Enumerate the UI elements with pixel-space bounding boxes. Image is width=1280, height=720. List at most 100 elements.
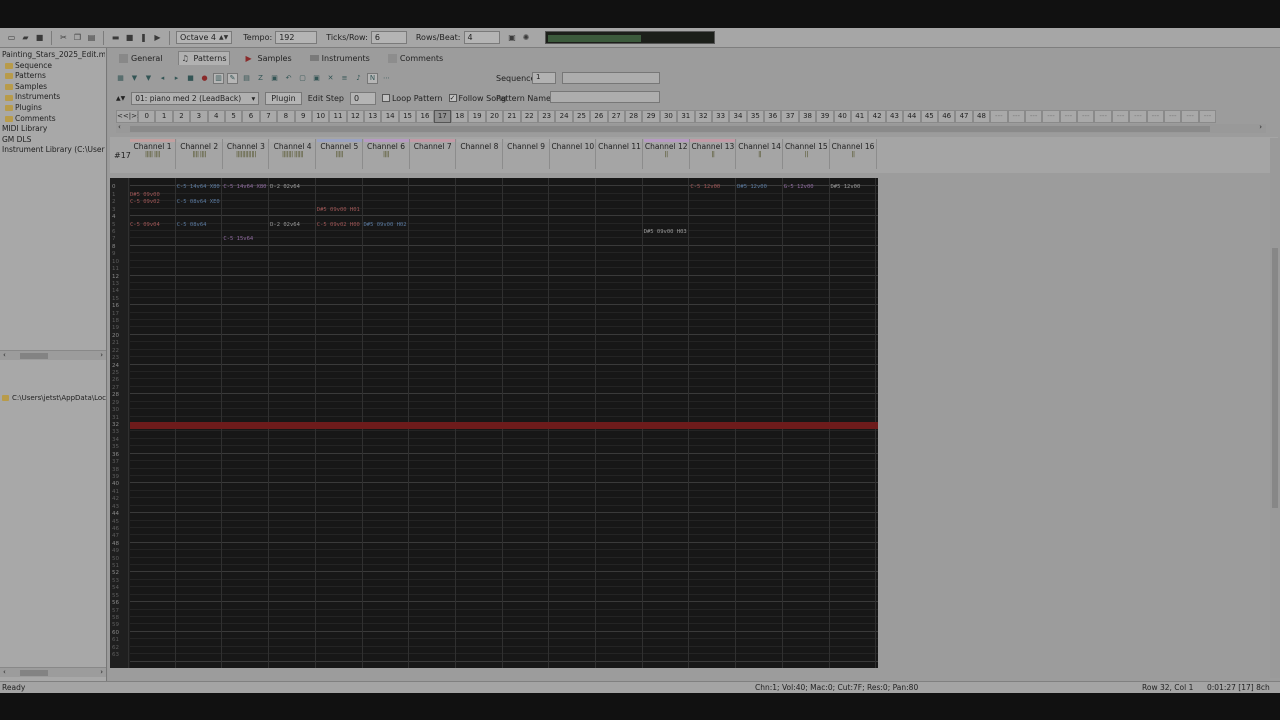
scroll-right-icon[interactable]: › — [100, 668, 103, 676]
ticks-spinner[interactable]: 6 — [370, 31, 407, 44]
order-item[interactable]: --- — [1181, 110, 1199, 123]
order-item[interactable]: 10 — [311, 110, 330, 123]
pattern-note-cell[interactable]: C-5 09v02 — [130, 199, 160, 205]
order-item[interactable]: 30 — [659, 110, 678, 123]
order-item[interactable]: 47 — [955, 110, 973, 123]
pattern-note-cell[interactable]: D#5 12v00 — [831, 184, 861, 190]
order-item[interactable]: 26 — [590, 110, 608, 123]
order-item[interactable]: 15 — [398, 110, 417, 123]
order-item[interactable]: 45 — [920, 110, 938, 123]
tab-patterns[interactable]: ♫ Patterns — [177, 51, 231, 65]
pattern-note-cell[interactable]: C-5 08v64 XE0 — [177, 199, 220, 205]
order-item[interactable]: 38 — [798, 110, 817, 123]
order-list-scrollbar[interactable]: ‹ › — [116, 123, 1266, 133]
play-icon[interactable]: ▶ — [152, 32, 163, 43]
order-item[interactable]: 6 — [242, 110, 260, 123]
clear-icon[interactable]: ✕ — [326, 74, 335, 83]
order-item[interactable]: 5 — [224, 110, 243, 123]
order-item[interactable]: 1 — [155, 110, 173, 123]
order-item[interactable]: 46 — [937, 110, 956, 123]
cut-icon[interactable]: ✂ — [58, 32, 69, 43]
save-icon[interactable]: ■ — [34, 32, 45, 43]
move-down-icon[interactable]: ▼ — [130, 74, 139, 83]
tab-instruments[interactable]: Instruments — [307, 51, 373, 65]
new-file-icon[interactable]: ▭ — [6, 32, 17, 43]
loop-pattern-checkbox[interactable]: Loop Pattern — [381, 94, 443, 103]
channel-header[interactable]: Channel 9 — [503, 139, 550, 169]
spinner-arrows-icon[interactable]: ▲▼ — [219, 34, 228, 41]
channel-header[interactable]: Channel 11 — [597, 139, 643, 169]
order-item[interactable]: --- — [1024, 110, 1043, 123]
scroll-right-icon[interactable]: › — [100, 351, 103, 359]
order-item[interactable]: 37 — [781, 110, 799, 123]
order-item[interactable]: 36 — [764, 110, 782, 123]
stop-icon[interactable]: ■ — [124, 32, 135, 43]
order-item[interactable]: 4 — [207, 110, 225, 123]
order-item[interactable]: 22 — [520, 110, 538, 123]
order-item[interactable]: 42 — [868, 110, 886, 123]
checkbox-box[interactable] — [381, 94, 390, 102]
order-item[interactable]: 40 — [833, 110, 852, 123]
order-item[interactable]: 13 — [364, 110, 382, 123]
order-item[interactable]: --- — [1007, 110, 1025, 123]
pattern-note-cell[interactable]: G-5 12v00 — [784, 184, 814, 190]
shrink-icon[interactable]: ▣ — [312, 74, 321, 83]
order-item[interactable]: 43 — [885, 110, 904, 123]
order-item[interactable]: 48 — [972, 110, 991, 123]
order-item[interactable]: 39 — [816, 110, 834, 123]
midi-record-icon[interactable]: ▬ — [110, 32, 121, 43]
order-item[interactable]: 14 — [381, 110, 399, 123]
order-item[interactable]: 24 — [555, 110, 573, 123]
order-item[interactable]: 7 — [259, 110, 278, 123]
pattern-name-input[interactable] — [550, 91, 660, 103]
channel-header[interactable]: Channel 3 ||||||||||||| — [223, 139, 270, 169]
tree-item-plugins[interactable]: Plugins — [2, 103, 105, 114]
settings-icon[interactable]: ▣ — [507, 32, 518, 43]
record-mode-icon[interactable]: ▥ — [213, 72, 224, 84]
tempo-spinner[interactable]: 192 — [275, 31, 318, 44]
order-item[interactable]: --- — [1146, 110, 1165, 123]
sequence-spinner[interactable]: 1 — [532, 72, 556, 84]
pattern-note-cell[interactable]: D#5 09v00 H01 — [317, 207, 360, 213]
edit-step-spinner[interactable]: 0 — [349, 91, 376, 105]
tree-item-patterns[interactable]: Patterns — [2, 71, 105, 82]
channel-header[interactable]: Channel 15 || — [783, 139, 830, 169]
tree-root[interactable]: Painting_Stars_2025_Edit.mptm — [2, 50, 105, 61]
channel-header[interactable]: Channel 7 — [410, 139, 457, 169]
scroll-right-icon[interactable]: › — [1259, 123, 1262, 131]
channel-header[interactable]: Channel 8 — [456, 139, 503, 169]
order-item[interactable]: 33 — [711, 110, 730, 123]
browser-horizontal-scrollbar[interactable]: ‹ › — [0, 667, 106, 677]
pattern-grid[interactable]: 0 1 2 3 4 5 6 7 8 9 10 11 12 13 14 15 16 17 18 19 20 21 22 23 24… — [110, 178, 878, 668]
next-icon[interactable]: ▸ — [172, 74, 181, 83]
order-item[interactable]: 3 — [190, 110, 208, 123]
pattern-note-cell[interactable]: D#5 12v00 — [737, 184, 767, 190]
move-up-icon[interactable]: ▼ — [144, 74, 153, 83]
channel-header[interactable]: Channel 4 ||||||| |||||| — [270, 139, 317, 169]
scroll-thumb[interactable] — [20, 670, 48, 676]
channel-header[interactable]: Channel 13 || — [690, 139, 737, 169]
stop-pattern-icon[interactable]: ■ — [186, 74, 195, 83]
scroll-thumb[interactable] — [20, 353, 48, 359]
channel-header[interactable]: Channel 5 ||||| — [316, 139, 363, 169]
order-item[interactable]: --- — [1059, 110, 1078, 123]
channel-manager-icon[interactable]: ≡ — [340, 74, 349, 83]
pattern-vertical-scrollbar[interactable] — [1270, 138, 1280, 678]
insert-pattern-icon[interactable]: ▦ — [116, 74, 125, 83]
order-item[interactable]: 35 — [746, 110, 765, 123]
order-item[interactable]: 27 — [607, 110, 625, 123]
order-item[interactable]: --- — [1198, 110, 1217, 123]
order-item[interactable]: 41 — [851, 110, 869, 123]
undo-icon[interactable]: ↶ — [284, 74, 293, 83]
expand-icon[interactable]: ▢ — [298, 74, 307, 83]
octave-spinner[interactable]: Octave 4 ▲▼ — [176, 31, 233, 44]
order-item[interactable]: 29 — [642, 110, 660, 123]
tab-samples[interactable]: ▶ Samples — [242, 51, 294, 65]
pattern-note-cell[interactable]: D#5 09v00 H03 — [644, 229, 687, 235]
pause-icon[interactable]: ❚ — [138, 32, 149, 43]
order-item[interactable]: --- — [1129, 110, 1147, 123]
checkmark-icon[interactable]: ✓ — [448, 94, 457, 102]
follow-icon[interactable]: ✎ — [227, 72, 238, 84]
channel-header[interactable]: Channel 6 |||| — [363, 139, 410, 169]
overflow-icon[interactable]: ⋯ — [382, 74, 391, 83]
